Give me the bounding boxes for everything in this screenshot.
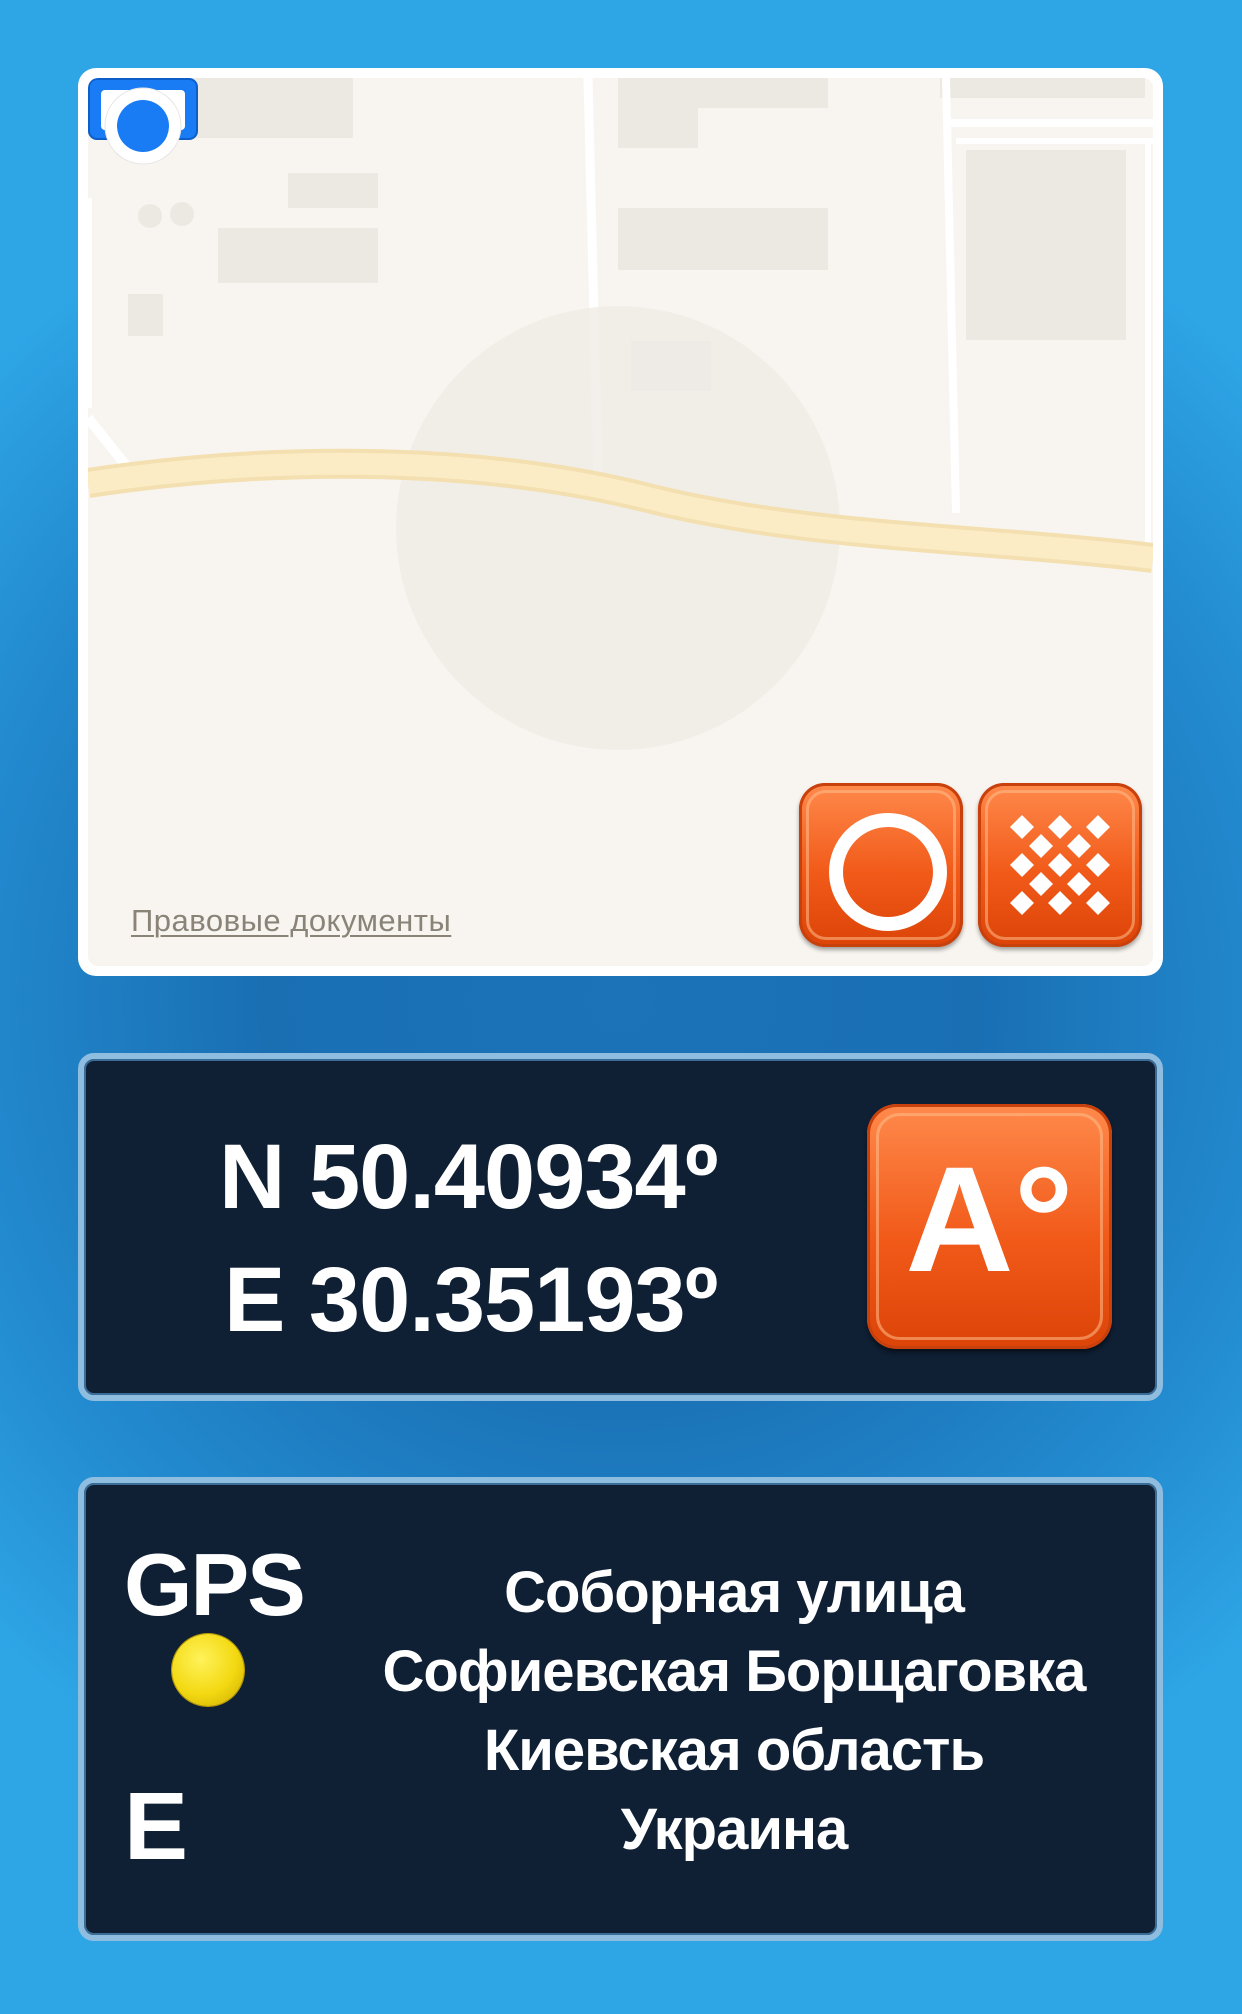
checker-grid-icon	[1010, 815, 1110, 915]
address-region: Киевская область	[483, 1718, 985, 1783]
longitude-value: E 30.35193º	[224, 1249, 718, 1351]
address-locality: Софиевская Борщаговка	[382, 1639, 1087, 1704]
map-view[interactable]: Правовые документы	[88, 78, 1153, 966]
coordinate-format-button[interactable]: A°	[867, 1104, 1112, 1349]
address-panel: GPS E Соборная улица Софиевская Борщагов…	[78, 1477, 1163, 1941]
legal-documents-link[interactable]: Правовые документы	[131, 903, 451, 939]
address-block: Соборная улица Софиевская Борщаговка Кие…	[334, 1553, 1134, 1869]
record-button[interactable]	[799, 783, 963, 947]
address-country: Украина	[620, 1797, 849, 1862]
coordinate-format-label: A°	[905, 1135, 1074, 1303]
user-location-icon	[88, 78, 198, 165]
heading-direction: E	[124, 1773, 189, 1880]
gps-status-indicator	[172, 1634, 244, 1706]
latitude-value: N 50.40934º	[219, 1126, 718, 1228]
coordinates-panel: N 50.40934º E 30.35193º A°	[78, 1053, 1163, 1401]
record-ring-icon	[829, 813, 947, 931]
address-street: Соборная улица	[504, 1560, 965, 1625]
map-type-button[interactable]	[978, 783, 1142, 947]
gps-label: GPS	[124, 1535, 306, 1634]
map-card: Правовые документы	[78, 68, 1163, 976]
